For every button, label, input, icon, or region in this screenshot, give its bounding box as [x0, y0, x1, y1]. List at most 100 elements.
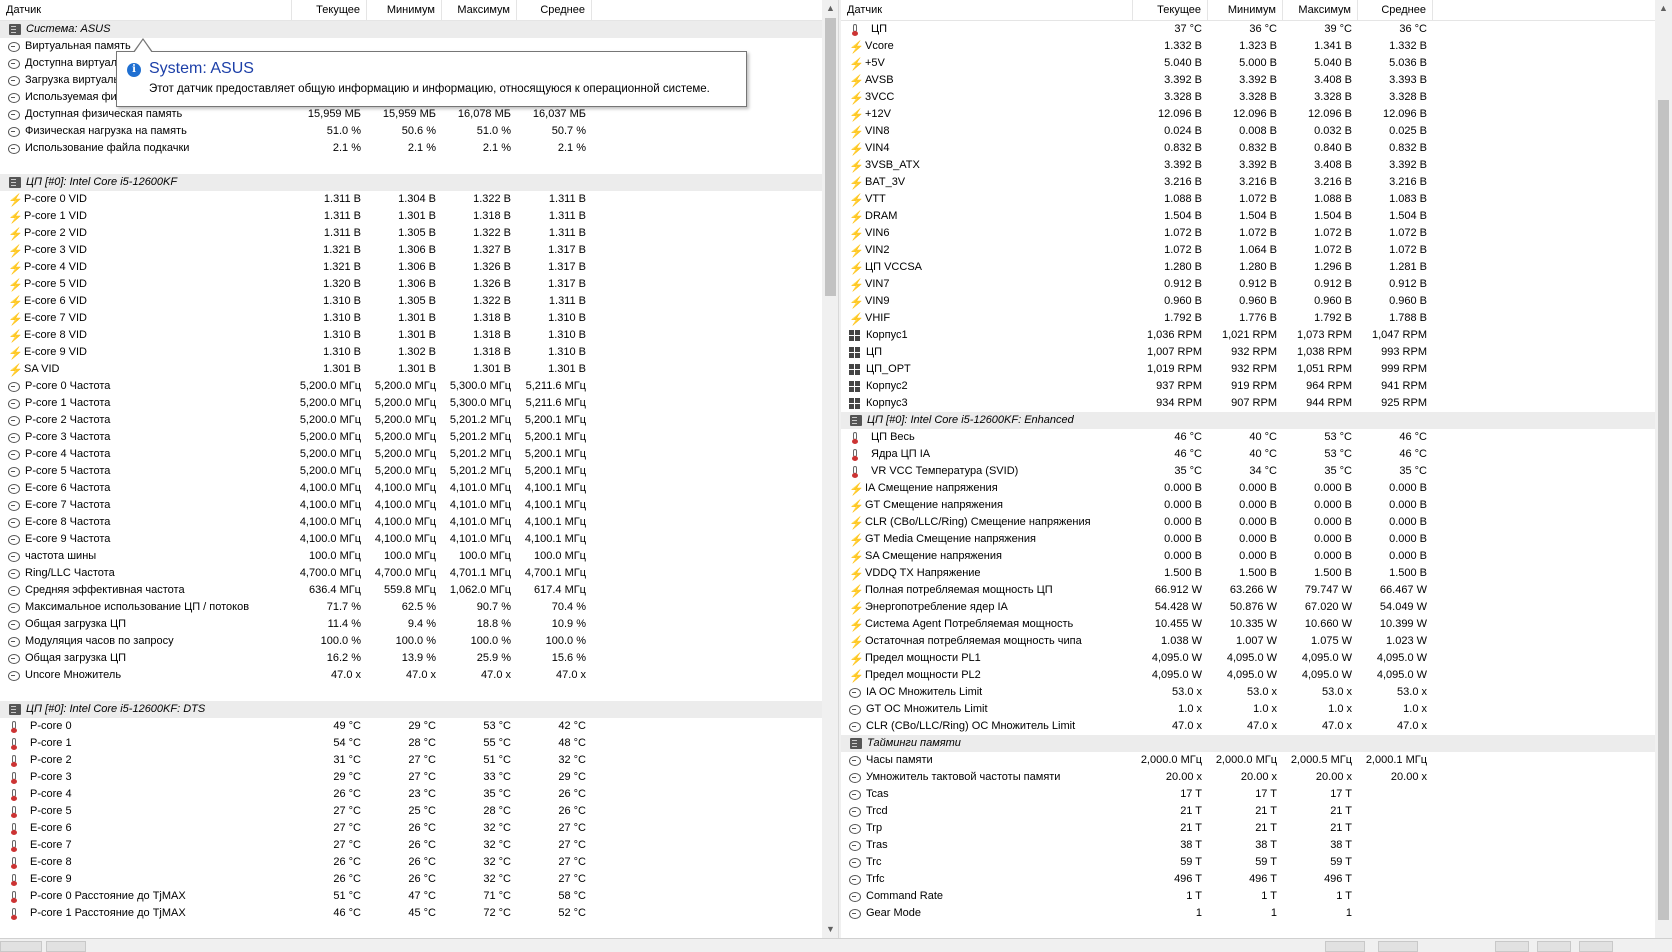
sensor-group-row[interactable]: ЦП [#0]: Intel Core i5-12600KF — [0, 174, 840, 191]
sensor-row[interactable]: E-core 6 27 °C 26 °C 32 °C 27 °C — [0, 820, 840, 837]
sensor-row[interactable]: ⚡ +5V 5.040 В 5.000 В 5.040 В 5.036 В — [841, 55, 1656, 72]
sensor-row[interactable]: Корпус3 934 RPM 907 RPM 944 RPM 925 RPM — [841, 395, 1656, 412]
col-max-header[interactable]: Максимум — [1283, 0, 1358, 20]
sensor-row[interactable]: E-core 8 26 °C 26 °C 32 °C 27 °C — [0, 854, 840, 871]
sensor-row[interactable]: ⚡ 3VSB_ATX 3.392 В 3.392 В 3.408 В 3.392 В — [841, 157, 1656, 174]
sensor-row[interactable]: P-core 1 Расстояние до TjMAX 46 °C 45 °C 72… — [0, 905, 840, 922]
sensor-row[interactable]: ⚡ Vcore 1.332 В 1.323 В 1.341 В 1.332 В — [841, 38, 1656, 55]
sensor-group-row[interactable]: ЦП [#0]: Intel Core i5-12600KF: DTS — [0, 701, 840, 718]
sensor-row[interactable]: ⚡ P-core 0 VID 1.311 В 1.304 В 1.322 В 1.311 … — [0, 191, 840, 208]
scrollbar-thumb[interactable] — [1658, 100, 1669, 920]
sensor-row[interactable]: E-core 8 Частота 4,100.0 МГц 4,100.0 МГц 4,… — [0, 514, 840, 531]
sensor-row[interactable]: ЦП 1,007 RPM 932 RPM 1,038 RPM 993 RPM — [841, 344, 1656, 361]
col-avg-header[interactable]: Среднее — [517, 0, 592, 20]
sensor-row[interactable]: ЦП Весь 46 °C 40 °C 53 °C 46 °C — [841, 429, 1656, 446]
col-min-header[interactable]: Минимум — [1208, 0, 1283, 20]
scroll-up-arrow-icon[interactable]: ▲ — [1655, 0, 1672, 17]
sensor-row[interactable]: E-core 9 Частота 4,100.0 МГц 4,100.0 МГц 4,… — [0, 531, 840, 548]
sensor-row[interactable]: P-core 0 Расстояние до TjMAX 51 °C 47 °C 71… — [0, 888, 840, 905]
sensor-row[interactable]: Доступная физическая память 15,959 МБ 15,9… — [0, 106, 840, 123]
toolbar-button[interactable] — [1579, 941, 1613, 952]
sensor-row[interactable]: Ring/LLC Частота 4,700.0 МГц 4,700.0 МГц 4,… — [0, 565, 840, 582]
sensor-group-row[interactable]: ЦП [#0]: Intel Core i5-12600KF: Enhanced — [841, 412, 1656, 429]
sensor-row[interactable]: P-core 1 Частота 5,200.0 МГц 5,200.0 МГц 5,… — [0, 395, 840, 412]
col-min-header[interactable]: Минимум — [367, 0, 442, 20]
sensor-row[interactable]: P-core 2 Частота 5,200.0 МГц 5,200.0 МГц 5,… — [0, 412, 840, 429]
sensor-row[interactable]: E-core 7 Частота 4,100.0 МГц 4,100.0 МГц 4,… — [0, 497, 840, 514]
sensor-row[interactable]: ⚡ P-core 4 VID 1.321 В 1.306 В 1.326 В 1.317 … — [0, 259, 840, 276]
sensor-row[interactable]: ⚡ VDDQ TX Напряжение 1.500 В 1.500 В 1.500 В… — [841, 565, 1656, 582]
sensor-row[interactable]: ⚡ 3VCC 3.328 В 3.328 В 3.328 В 3.328 В — [841, 89, 1656, 106]
sensor-row[interactable]: Tras 38 T 38 T 38 T — [841, 837, 1656, 854]
sensor-row[interactable]: CLR (CBo/LLC/Ring) OC Множитель Limit 47.… — [841, 718, 1656, 735]
sensor-row[interactable]: Tcas 17 T 17 T 17 T — [841, 786, 1656, 803]
sensor-row[interactable]: P-core 3 Частота 5,200.0 МГц 5,200.0 МГц 5,… — [0, 429, 840, 446]
col-sensor-header[interactable]: Датчик — [841, 0, 1133, 20]
sensor-row[interactable]: ⚡ P-core 2 VID 1.311 В 1.305 В 1.322 В 1.311 … — [0, 225, 840, 242]
sensor-row[interactable]: Средняя эффективная частота 636.4 МГц 559.… — [0, 582, 840, 599]
sensor-row[interactable]: Максимальное использование ЦП / потоков 7… — [0, 599, 840, 616]
scrollbar-thumb[interactable] — [825, 18, 836, 296]
sensor-row[interactable]: ⚡ E-core 9 VID 1.310 В 1.302 В 1.318 В 1.310 … — [0, 344, 840, 361]
sensor-row[interactable]: частота шины 100.0 МГц 100.0 МГц 100.0 МГц 1… — [0, 548, 840, 565]
sensor-row[interactable]: Умножитель тактовой частоты памяти 20.00 … — [841, 769, 1656, 786]
toolbar-button[interactable] — [46, 941, 86, 952]
sensor-row[interactable]: ⚡ P-core 3 VID 1.321 В 1.306 В 1.327 В 1.317 … — [0, 242, 840, 259]
sensor-row[interactable]: IA OC Множитель Limit 53.0 x 53.0 x 53.0 x 5… — [841, 684, 1656, 701]
sensor-row[interactable]: Trp 21 T 21 T 21 T — [841, 820, 1656, 837]
sensor-row[interactable]: ⚡ ЦП VCCSA 1.280 В 1.280 В 1.296 В 1.281 В — [841, 259, 1656, 276]
sensor-row[interactable]: ⚡ GT Media Смещение напряжения 0.000 В 0.00… — [841, 531, 1656, 548]
col-sensor-header[interactable]: Датчик — [0, 0, 292, 20]
sensor-row[interactable]: ⚡ AVSB 3.392 В 3.392 В 3.408 В 3.393 В — [841, 72, 1656, 89]
sensor-row[interactable]: ⚡ E-core 7 VID 1.310 В 1.301 В 1.318 В 1.310 … — [0, 310, 840, 327]
sensor-row[interactable]: P-core 1 54 °C 28 °C 55 °C 48 °C — [0, 735, 840, 752]
sensor-row[interactable]: ⚡ VIN8 0.024 В 0.008 В 0.032 В 0.025 В — [841, 123, 1656, 140]
toolbar-button[interactable] — [1378, 941, 1418, 952]
sensor-row[interactable]: Trfc 496 T 496 T 496 T — [841, 871, 1656, 888]
sensor-row[interactable]: VR VCC Температура (SVID) 35 °C 34 °C 35 °C… — [841, 463, 1656, 480]
sensor-row[interactable]: Корпус1 1,036 RPM 1,021 RPM 1,073 RPM 1,047 … — [841, 327, 1656, 344]
sensor-row[interactable]: ⚡ VIN9 0.960 В 0.960 В 0.960 В 0.960 В — [841, 293, 1656, 310]
sensor-row[interactable]: Корпус2 937 RPM 919 RPM 964 RPM 941 RPM — [841, 378, 1656, 395]
sensor-row[interactable]: ⚡ GT Смещение напряжения 0.000 В 0.000 В 0.0… — [841, 497, 1656, 514]
col-current-header[interactable]: Текущее — [292, 0, 367, 20]
toolbar-button[interactable] — [1325, 941, 1365, 952]
sensor-row[interactable]: ⚡ Система Agent Потребляемая мощность 10.4… — [841, 616, 1656, 633]
toolbar-button[interactable] — [0, 941, 42, 952]
sensor-row[interactable]: ⚡ E-core 8 VID 1.310 В 1.301 В 1.318 В 1.310 … — [0, 327, 840, 344]
sensor-row[interactable]: ⚡ SA Смещение напряжения 0.000 В 0.000 В 0.0… — [841, 548, 1656, 565]
sensor-row[interactable]: ⚡ Полная потребляемая мощность ЦП 66.912 W… — [841, 582, 1656, 599]
sensor-row[interactable]: P-core 2 31 °C 27 °C 51 °C 32 °C — [0, 752, 840, 769]
sensor-row[interactable]: ЦП_OPT 1,019 RPM 932 RPM 1,051 RPM 999 RPM — [841, 361, 1656, 378]
scroll-down-arrow-icon[interactable]: ▼ — [822, 921, 839, 938]
sensor-row[interactable]: P-core 3 29 °C 27 °C 33 °C 29 °C — [0, 769, 840, 786]
col-max-header[interactable]: Максимум — [442, 0, 517, 20]
toolbar-button[interactable] — [1495, 941, 1529, 952]
sensor-row[interactable]: ⚡ Предел мощности PL2 4,095.0 W 4,095.0 W 4,… — [841, 667, 1656, 684]
sensor-row[interactable]: ⚡ BAT_3V 3.216 В 3.216 В 3.216 В 3.216 В — [841, 174, 1656, 191]
sensor-row[interactable]: ЦП 37 °C 36 °C 39 °C 36 °C — [841, 21, 1656, 38]
sensor-row[interactable]: Trcd 21 T 21 T 21 T — [841, 803, 1656, 820]
sensor-row[interactable]: P-core 5 27 °C 25 °C 28 °C 26 °C — [0, 803, 840, 820]
sensor-row[interactable]: ⚡ Остаточная потребляемая мощность чипа 1.… — [841, 633, 1656, 650]
sensor-row[interactable]: GT OC Множитель Limit 1.0 x 1.0 x 1.0 x 1.0 … — [841, 701, 1656, 718]
sensor-row[interactable]: P-core 0 49 °C 29 °C 53 °C 42 °C — [0, 718, 840, 735]
sensor-row[interactable]: E-core 6 Частота 4,100.0 МГц 4,100.0 МГц 4,… — [0, 480, 840, 497]
sensor-row[interactable]: Command Rate 1 T 1 T 1 T — [841, 888, 1656, 905]
sensor-row[interactable]: ⚡ E-core 6 VID 1.310 В 1.305 В 1.322 В 1.311 … — [0, 293, 840, 310]
toolbar-button[interactable] — [1537, 941, 1571, 952]
sensor-group-row[interactable]: Тайминги памяти — [841, 735, 1656, 752]
sensor-row[interactable]: Trc 59 T 59 T 59 T — [841, 854, 1656, 871]
sensor-row[interactable]: Часы памяти 2,000.0 МГц 2,000.0 МГц 2,000.5… — [841, 752, 1656, 769]
sensor-row[interactable]: ⚡ VIN6 1.072 В 1.072 В 1.072 В 1.072 В — [841, 225, 1656, 242]
sensor-row[interactable]: ⚡ SA VID 1.301 В 1.301 В 1.301 В 1.301 В — [0, 361, 840, 378]
sensor-row[interactable]: ⚡ VIN2 1.072 В 1.064 В 1.072 В 1.072 В — [841, 242, 1656, 259]
sensor-row[interactable]: ⚡ CLR (CBo/LLC/Ring) Смещение напряжения 0… — [841, 514, 1656, 531]
scroll-up-arrow-icon[interactable]: ▲ — [822, 0, 839, 17]
col-current-header[interactable]: Текущее — [1133, 0, 1208, 20]
sensor-row[interactable]: ⚡ Энергопотребление ядер IA 54.428 W 50.876… — [841, 599, 1656, 616]
sensor-row[interactable]: Uncore Множитель 47.0 x 47.0 x 47.0 x 47.0 x — [0, 667, 840, 684]
sensor-row[interactable]: ⚡ VIN7 0.912 В 0.912 В 0.912 В 0.912 В — [841, 276, 1656, 293]
sensor-row[interactable]: P-core 5 Частота 5,200.0 МГц 5,200.0 МГц 5,… — [0, 463, 840, 480]
left-vertical-scrollbar[interactable]: ▲ ▼ — [822, 0, 839, 938]
